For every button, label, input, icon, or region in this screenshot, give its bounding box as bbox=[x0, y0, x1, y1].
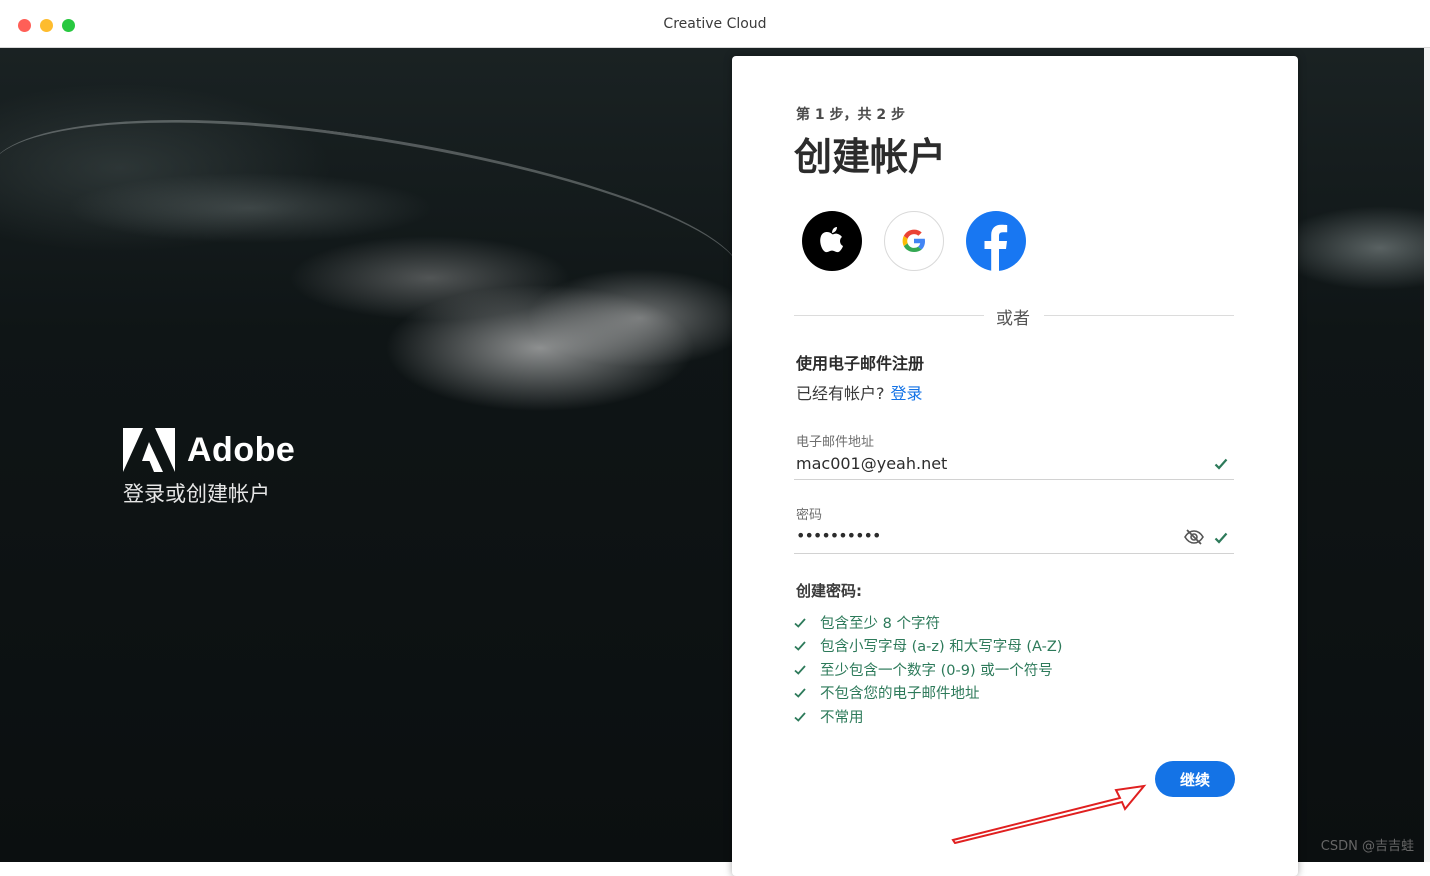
adobe-logo-icon bbox=[123, 428, 175, 472]
window-edge bbox=[1424, 48, 1430, 862]
valid-check-icon bbox=[1214, 456, 1228, 470]
adobe-branding: Adobe 登录或创建帐户 bbox=[123, 428, 295, 508]
or-divider: 或者 bbox=[794, 304, 1234, 329]
step-indicator: 第 1 步，共 2 步 bbox=[796, 107, 905, 123]
check-icon bbox=[794, 664, 806, 676]
signup-card: 第 1 步，共 2 步 创建帐户 或者 使用电子邮件注册 已经有帐户? 登录 电… bbox=[732, 56, 1298, 876]
email-value: mac001@yeah.net bbox=[796, 454, 948, 473]
red-arrow-annotation bbox=[951, 784, 1147, 844]
watermark: CSDN @吉吉蛙 bbox=[1320, 839, 1414, 854]
email-field[interactable]: mac001@yeah.net bbox=[794, 452, 1234, 480]
hide-password-icon[interactable] bbox=[1184, 528, 1204, 546]
password-rule: 包含小写字母 (a-z) 和大写字母 (A-Z) bbox=[794, 635, 1062, 658]
check-icon bbox=[794, 617, 806, 629]
password-rule: 不常用 bbox=[794, 706, 1062, 729]
continue-button[interactable]: 继续 bbox=[1155, 761, 1235, 797]
page-title: 创建帐户 bbox=[794, 135, 947, 179]
valid-check-icon bbox=[1214, 530, 1228, 544]
apple-signin-button[interactable] bbox=[802, 211, 862, 271]
wave-foam bbox=[0, 84, 754, 431]
have-account-label: 已经有帐户? bbox=[796, 384, 885, 403]
password-rule-text: 包含至少 8 个字符 bbox=[820, 616, 940, 632]
password-rules-title: 创建密码: bbox=[796, 582, 862, 600]
password-rule: 不包含您的电子邮件地址 bbox=[794, 682, 1062, 705]
brand-tagline: 登录或创建帐户 bbox=[123, 482, 270, 506]
password-rule: 包含至少 8 个字符 bbox=[794, 612, 1062, 635]
or-label: 或者 bbox=[996, 309, 1030, 329]
divider-line bbox=[794, 315, 984, 316]
check-icon bbox=[794, 687, 806, 699]
password-rule-text: 不常用 bbox=[820, 709, 864, 726]
password-field[interactable]: •••••••••• bbox=[794, 526, 1234, 554]
google-signin-button[interactable] bbox=[884, 211, 944, 271]
password-rule: 至少包含一个数字 (0-9) 或一个符号 bbox=[794, 659, 1062, 682]
check-icon bbox=[794, 640, 806, 652]
email-field-label: 电子邮件地址 bbox=[796, 435, 875, 450]
adobe-wordmark: Adobe bbox=[187, 430, 296, 469]
password-field-label: 密码 bbox=[796, 508, 823, 523]
divider-line bbox=[1044, 315, 1234, 316]
password-value: •••••••••• bbox=[796, 526, 881, 545]
email-signup-heading: 使用电子邮件注册 bbox=[796, 354, 925, 373]
facebook-signin-button[interactable] bbox=[966, 211, 1026, 271]
window-title: Creative Cloud bbox=[663, 16, 767, 32]
check-icon bbox=[794, 711, 806, 723]
password-rules-list: 包含至少 8 个字符 包含小写字母 (a-z) 和大写字母 (A-Z) 至少包含… bbox=[794, 612, 1062, 729]
title-bar: Creative Cloud bbox=[0, 0, 1430, 48]
have-account-text: 已经有帐户? 登录 bbox=[796, 380, 923, 404]
login-link[interactable]: 登录 bbox=[891, 384, 923, 403]
password-rule-text: 包含小写字母 (a-z) 和大写字母 (A-Z) bbox=[820, 639, 1063, 656]
password-rule-text: 至少包含一个数字 (0-9) 或一个符号 bbox=[820, 662, 1053, 679]
password-rule-text: 不包含您的电子邮件地址 bbox=[820, 686, 980, 703]
